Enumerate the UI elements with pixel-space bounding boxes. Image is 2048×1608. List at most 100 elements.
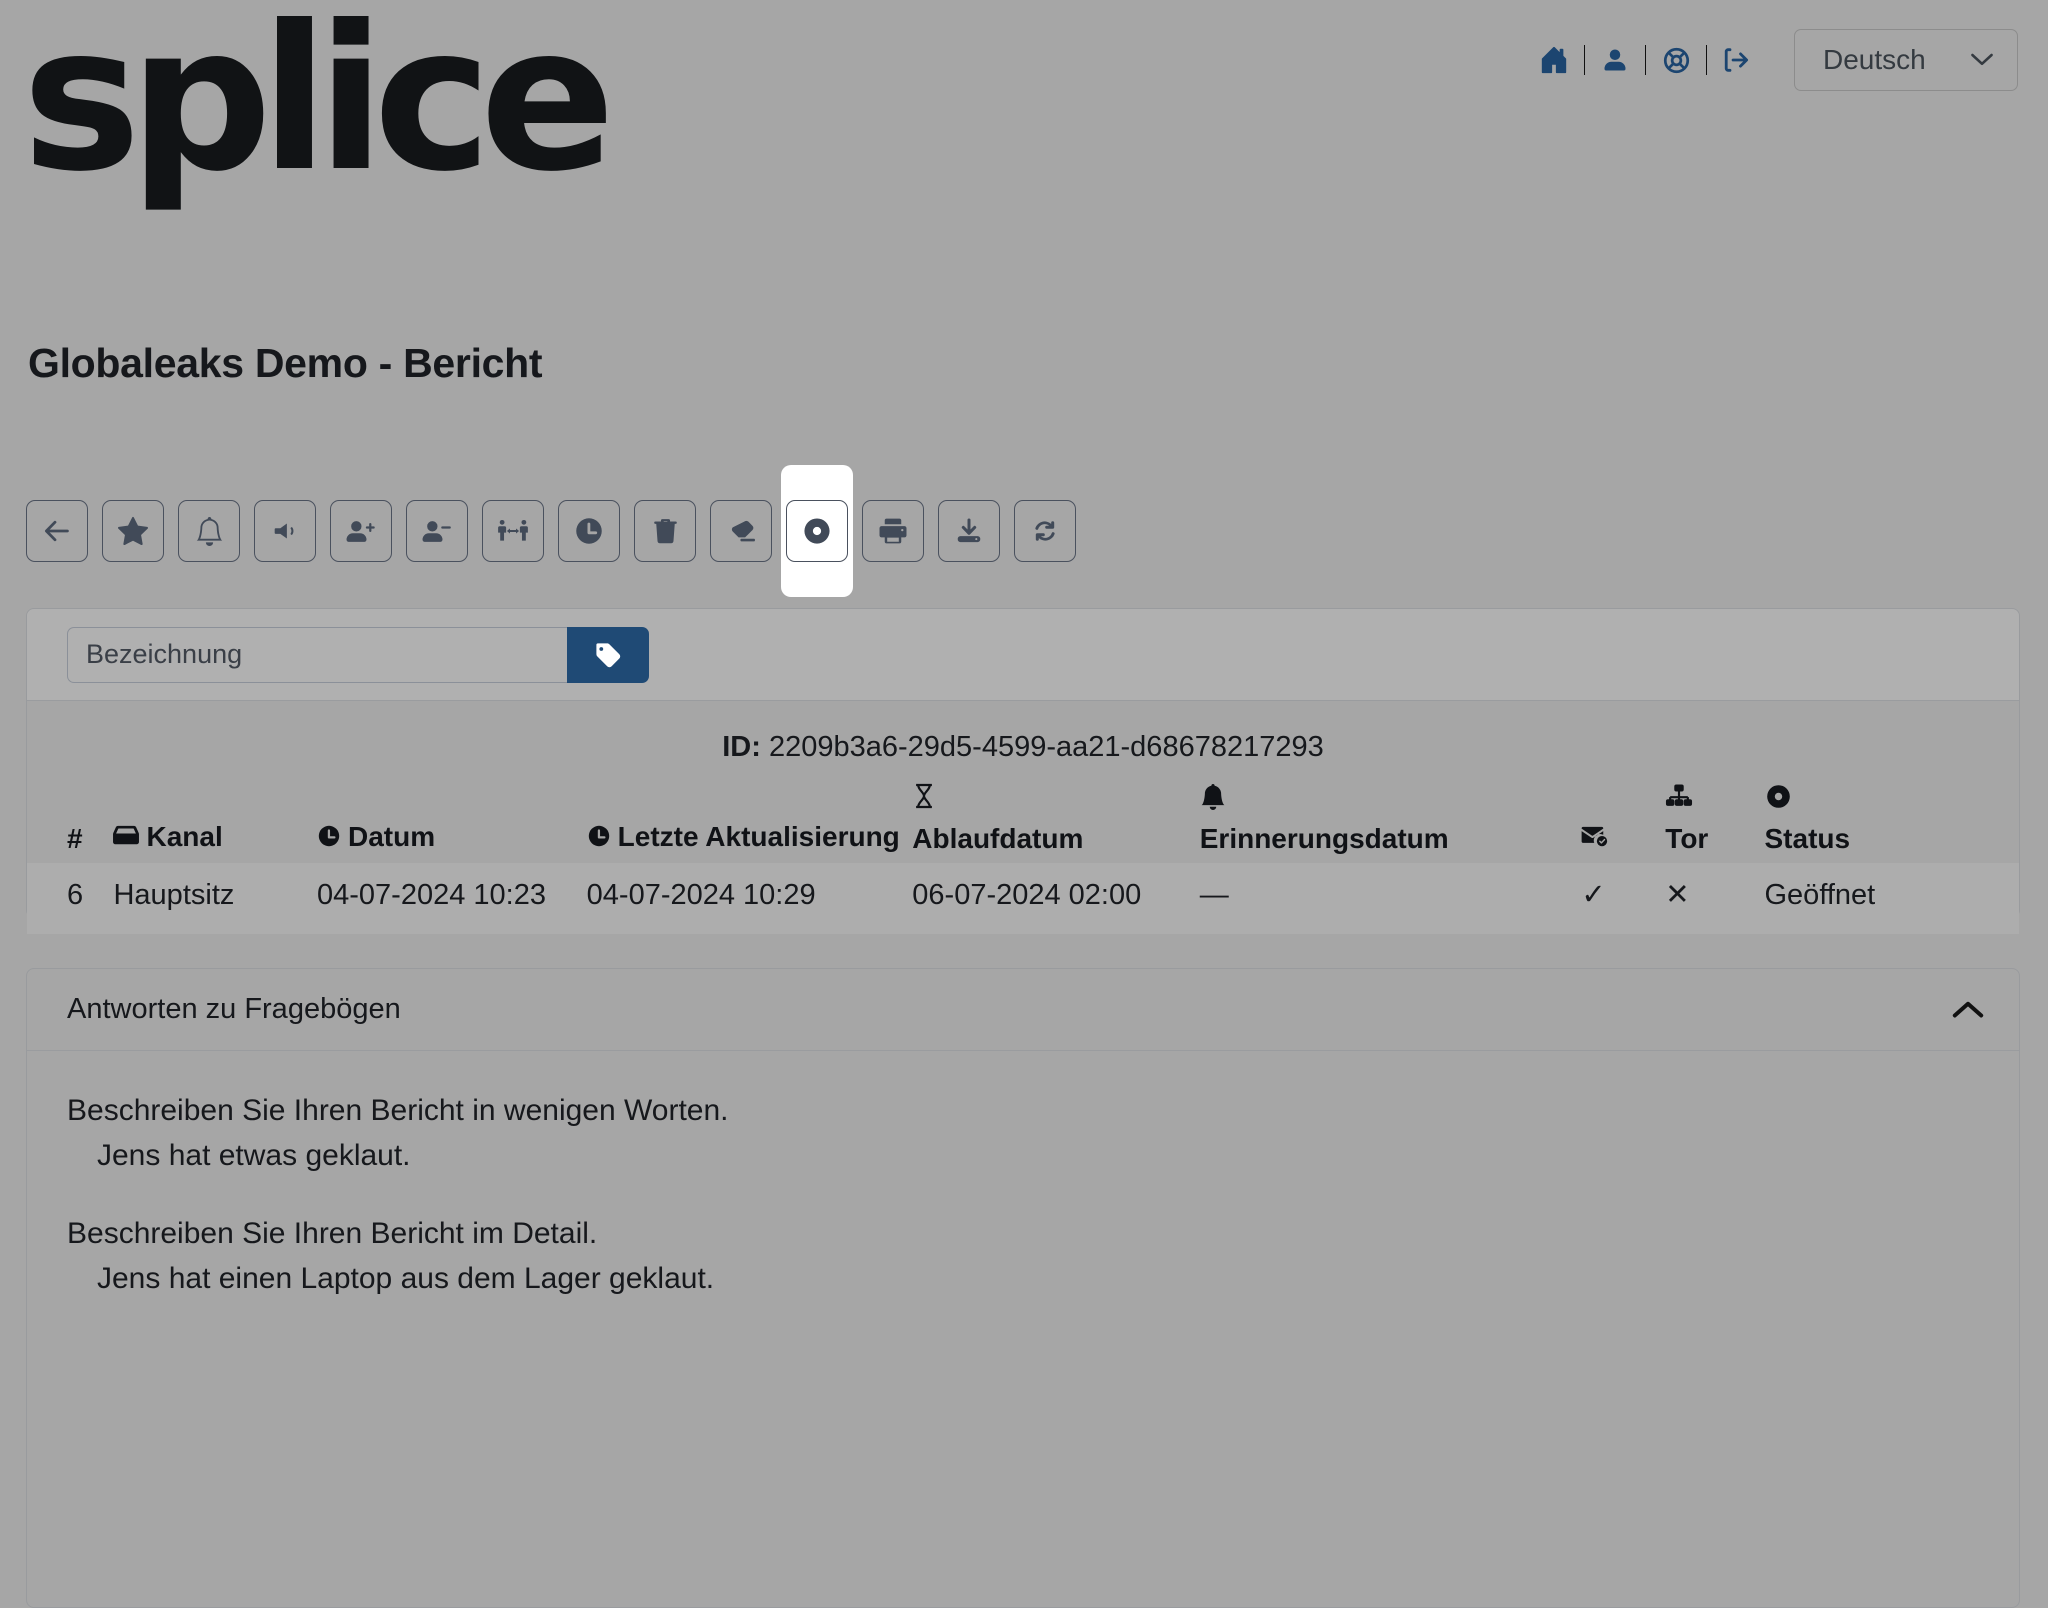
clock-icon <box>587 821 611 857</box>
record-circle-icon <box>804 518 830 544</box>
delete-button[interactable] <box>634 500 696 562</box>
column-label: Kanal <box>146 820 223 852</box>
home-icon[interactable] <box>1533 39 1575 81</box>
speaker-icon <box>274 523 294 539</box>
report-table-header-row: # Kanal Datum Letzte Aktualisierung Abla… <box>27 782 2019 863</box>
cell-expiration: 06-07-2024 02:00 <box>912 878 1142 911</box>
column-label: Ablaufdatum <box>912 822 1084 854</box>
user-plus-icon <box>346 520 375 542</box>
hourglass-icon <box>912 782 1199 819</box>
network-icon <box>1665 783 1764 819</box>
table-row[interactable]: 6 Hauptsitz 04-07-2024 10:23 04-07-2024 … <box>27 862 2019 934</box>
report-card-header <box>27 609 2019 701</box>
print-button[interactable] <box>862 500 924 562</box>
people-arrows-icon <box>498 519 528 541</box>
report-id-label: ID: <box>722 731 761 763</box>
user-icon[interactable] <box>1594 39 1636 81</box>
status-button[interactable] <box>786 500 848 562</box>
bell-icon <box>196 516 222 546</box>
report-detail-card: ID: 2209b3a6-29d5-4599-aa21-d68678217293… <box>26 608 2020 934</box>
cell-date: 04-07-2024 10:23 <box>317 878 546 911</box>
qa-answer: Jens hat etwas geklaut. <box>97 1138 411 1172</box>
questionnaire-accordion-header[interactable]: Antworten zu Fragebögen <box>27 969 2019 1051</box>
column-label: Status <box>1764 822 1851 854</box>
transfer-button[interactable] <box>482 500 544 562</box>
clock-icon <box>317 821 341 857</box>
chevron-down-icon <box>1969 49 1995 71</box>
column-header-last-update: Letzte Aktualisierung <box>587 782 913 863</box>
lifebuoy-icon[interactable] <box>1655 39 1697 81</box>
column-label: Erinnerungsdatum <box>1199 822 1449 854</box>
chevron-up-icon[interactable] <box>1951 999 1985 1021</box>
qa-question: Beschreiben Sie Ihren Bericht im Detail. <box>67 1217 598 1250</box>
cell-reminder: — <box>1199 878 1229 911</box>
download-icon <box>957 518 981 543</box>
questionnaire-accordion-body: Beschreiben Sie Ihren Bericht in wenigen… <box>27 1051 2019 1299</box>
qa-question: Beschreiben Sie Ihren Bericht in wenigen… <box>67 1094 729 1127</box>
cell-status: Geöffnet <box>1764 878 1876 911</box>
tag-input[interactable] <box>67 626 567 683</box>
report-table: # Kanal Datum Letzte Aktualisierung Abla… <box>27 782 2019 934</box>
refresh-button[interactable] <box>1014 500 1076 562</box>
page-title: Globaleaks Demo - Bericht <box>28 340 543 386</box>
add-recipient-button[interactable] <box>330 500 392 562</box>
back-button[interactable] <box>26 500 88 562</box>
top-icon-links <box>1533 39 1758 81</box>
top-navigation-bar: Deutsch <box>1533 28 2018 92</box>
qa-answer: Jens hat einen Laptop aus dem Lager gekl… <box>97 1261 715 1295</box>
bell-icon <box>1200 783 1582 819</box>
remove-recipient-button[interactable] <box>406 500 468 562</box>
arrow-left-icon <box>45 520 69 542</box>
eraser-icon <box>731 520 755 541</box>
star-button[interactable] <box>102 500 164 562</box>
questionnaire-accordion-title: Antworten zu Fragebögen <box>67 993 401 1025</box>
qa-item: Beschreiben Sie Ihren Bericht in wenigen… <box>67 1091 1979 1176</box>
column-header-channel: Kanal <box>113 782 317 863</box>
cell-mail: ✓ <box>1581 878 1606 911</box>
brand-logo-text: splice <box>22 0 616 216</box>
download-button[interactable] <box>938 500 1000 562</box>
cell-tor: ✕ <box>1665 878 1690 911</box>
icon-separator <box>1584 45 1585 75</box>
column-label: # <box>67 822 83 854</box>
column-header-reminder: Erinnerungsdatum <box>1200 782 1582 863</box>
bell-button[interactable] <box>178 500 240 562</box>
qa-item: Beschreiben Sie Ihren Bericht im Detail.… <box>67 1214 1979 1299</box>
trash-icon <box>653 518 677 543</box>
tag-icon <box>596 642 621 667</box>
user-minus-icon <box>422 520 451 542</box>
cell-channel: Hauptsitz <box>113 878 235 911</box>
cell-last-update: 04-07-2024 10:29 <box>586 878 816 911</box>
language-selector[interactable]: Deutsch <box>1794 29 2018 91</box>
inbox-icon <box>113 821 140 857</box>
cell-num: 6 <box>67 878 84 911</box>
icon-separator <box>1706 45 1707 75</box>
star-icon <box>118 516 148 546</box>
mail-check-icon <box>1581 821 1609 857</box>
redact-button[interactable] <box>710 500 772 562</box>
report-id-line: ID: 2209b3a6-29d5-4599-aa21-d68678217293 <box>27 731 2019 764</box>
report-id-value: 2209b3a6-29d5-4599-aa21-d68678217293 <box>768 731 1324 763</box>
column-header-date: Datum <box>317 782 587 863</box>
brand-logo: splice <box>22 0 616 216</box>
refresh-icon <box>1035 521 1055 541</box>
add-tag-button[interactable] <box>567 626 649 683</box>
record-circle-icon <box>1765 783 2020 819</box>
status-button-highlight <box>781 465 853 597</box>
report-card-body: ID: 2209b3a6-29d5-4599-aa21-d68678217293… <box>27 731 2019 934</box>
column-label: Datum <box>348 820 436 852</box>
report-action-toolbar <box>26 465 1076 597</box>
questionnaire-answers-card: Antworten zu Fragebögen Beschreiben Sie … <box>26 968 2020 1608</box>
column-label: Tor <box>1665 822 1709 854</box>
column-header-mail <box>1581 782 1665 863</box>
column-header-status: Status <box>1765 782 2020 863</box>
printer-icon <box>879 518 907 544</box>
language-selector-value: Deutsch <box>1823 44 1926 75</box>
speaker-button[interactable] <box>254 500 316 562</box>
column-header-expiration: Ablaufdatum <box>912 782 1199 863</box>
postpone-button[interactable] <box>558 500 620 562</box>
logout-icon[interactable] <box>1716 39 1758 81</box>
column-header-num: # <box>27 782 113 863</box>
column-header-tor: Tor <box>1665 782 1764 863</box>
tag-search-group <box>67 626 649 683</box>
